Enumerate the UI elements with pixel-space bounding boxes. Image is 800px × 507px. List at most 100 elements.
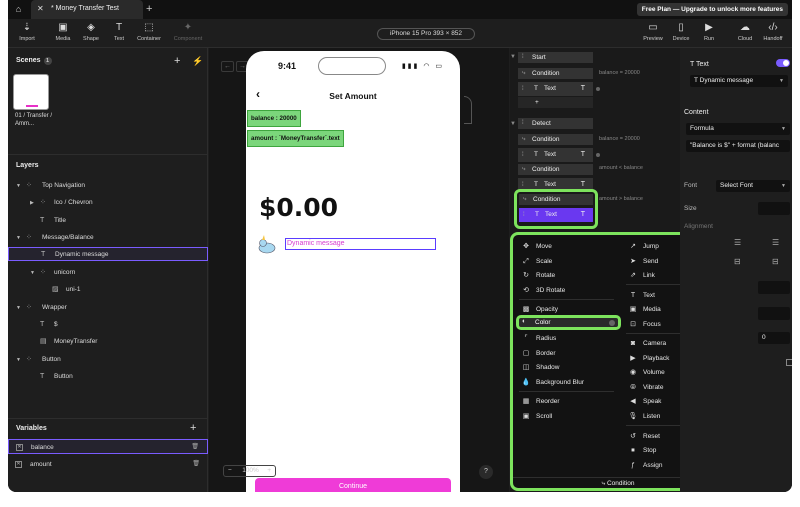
amount-chip[interactable]: amount : `MoneyTransfer`.text bbox=[247, 130, 344, 147]
canvas-frame-edge bbox=[464, 96, 472, 124]
add-action-node[interactable]: + bbox=[518, 97, 593, 108]
text-icon: T bbox=[40, 373, 45, 380]
text-node[interactable]: ⁞ T Text T bbox=[518, 82, 593, 96]
continue-button[interactable]: Continue bbox=[255, 478, 451, 492]
condition-node[interactable]: ⤷ Condition bbox=[518, 164, 593, 175]
device-selector[interactable]: iPhone 15 Pro 393 × 852 bbox=[377, 28, 475, 40]
component-type: T Text bbox=[690, 61, 709, 68]
property-input[interactable] bbox=[758, 281, 790, 294]
zoom-control[interactable]: − 100% + bbox=[223, 465, 276, 477]
layer-item[interactable]: ▼ ⁘ Wrapper bbox=[8, 301, 208, 315]
condition-icon: ⤷ bbox=[522, 166, 526, 172]
layer-item[interactable]: ▼ ⁘ Top Navigation bbox=[8, 179, 208, 193]
condition-node-highlighted[interactable]: ⤷ Condition bbox=[519, 194, 593, 205]
container-button[interactable]: ⬚ Container bbox=[134, 22, 164, 42]
font-select[interactable]: Select Font ▼ bbox=[716, 180, 790, 192]
drag-icon: ⁞ bbox=[522, 152, 524, 158]
text-node-selected[interactable]: ⁞ T Text T bbox=[519, 208, 593, 222]
trash-icon[interactable]: 🗑 bbox=[191, 440, 199, 455]
help-button[interactable]: ? bbox=[479, 465, 493, 479]
variable-item-amount[interactable]: ✕ amount 🗑 bbox=[8, 457, 208, 472]
condition-node[interactable]: ⤷ Condition bbox=[518, 134, 593, 145]
camera-icon: ◙ bbox=[630, 340, 636, 347]
variable-checkbox[interactable]: ✕ bbox=[16, 444, 23, 451]
align-right-icon[interactable]: ☰ bbox=[772, 238, 779, 247]
detect-node[interactable]: ⁞ Detect bbox=[518, 118, 593, 129]
amount-display[interactable]: $0.00 bbox=[259, 193, 338, 222]
layer-item[interactable]: ▨ uni-1 bbox=[8, 283, 208, 297]
layer-item[interactable]: T Button bbox=[8, 370, 208, 384]
text-icon: T bbox=[535, 211, 539, 218]
visibility-toggle[interactable] bbox=[776, 59, 790, 67]
lightning-icon[interactable]: ⚡ bbox=[192, 56, 203, 67]
upgrade-banner[interactable]: Free Plan — Upgrade to unlock more featu… bbox=[636, 3, 788, 16]
balance-chip[interactable]: balance : 20000 bbox=[247, 110, 301, 127]
size-input[interactable] bbox=[758, 202, 790, 215]
text-tool-button[interactable]: T Text bbox=[104, 22, 134, 42]
layer-item[interactable]: ▤ MoneyTransfer bbox=[8, 335, 208, 349]
align-bottom-icon[interactable]: ⊟ bbox=[772, 257, 779, 266]
zoom-in-button[interactable]: + bbox=[267, 466, 271, 476]
checkbox[interactable] bbox=[786, 359, 792, 366]
drag-icon: ⁞ bbox=[522, 120, 524, 126]
property-input[interactable] bbox=[758, 307, 790, 320]
text-node[interactable]: ⁞ T Text T bbox=[518, 148, 593, 162]
condition-node[interactable]: ⤷ Condition bbox=[518, 68, 593, 79]
3d-rotate-icon: ⟲ bbox=[523, 287, 529, 294]
text-icon: T bbox=[580, 211, 585, 218]
layer-item[interactable]: T $ bbox=[8, 318, 208, 332]
new-tab-button[interactable]: + bbox=[146, 3, 152, 15]
import-button[interactable]: ⇣ Import bbox=[12, 22, 42, 42]
component-button[interactable]: ✦ Component bbox=[173, 22, 203, 42]
handoff-button[interactable]: ‹/› Handoff bbox=[758, 22, 788, 42]
content-type-select[interactable]: Formula ▼ bbox=[686, 123, 790, 135]
divider bbox=[8, 154, 208, 155]
trash-icon[interactable]: 🗑 bbox=[192, 457, 200, 472]
align-middle-icon[interactable]: ⊟ bbox=[734, 257, 741, 266]
document-tab[interactable]: ✕ * Money Transfer Test bbox=[31, 0, 143, 19]
start-node[interactable]: ⁞ Start bbox=[518, 52, 593, 63]
layers-heading: Layers bbox=[16, 162, 39, 169]
link-icon: ⇗ bbox=[630, 272, 636, 279]
arrow-left-icon[interactable]: ← bbox=[221, 61, 234, 72]
layer-item[interactable]: ▼ ⁘ Button bbox=[8, 353, 208, 367]
add-variable-icon[interactable]: + bbox=[190, 422, 196, 434]
numeric-input[interactable]: 0 bbox=[758, 332, 790, 344]
menu-item-color[interactable]: ◐ Color bbox=[516, 315, 621, 330]
shape-button[interactable]: ◈ Shape bbox=[76, 22, 106, 42]
phone-frame: 9:41 ▮▮▮ ◠ ▭ ‹ Set Amount balance : 2000… bbox=[246, 51, 460, 492]
chevron-down-icon: ▼ bbox=[781, 183, 786, 189]
run-button[interactable]: ▶ Run bbox=[694, 22, 724, 42]
connector-dot[interactable] bbox=[596, 153, 600, 157]
collapse-icon[interactable]: ▼ bbox=[510, 54, 516, 60]
layer-item[interactable]: ▼ ⁘ unicorn bbox=[8, 266, 208, 280]
media-button[interactable]: ▣ Media bbox=[48, 22, 78, 42]
dynamic-message-text[interactable]: Dynamic message bbox=[285, 238, 436, 250]
add-scene-icon[interactable]: + bbox=[174, 55, 180, 67]
layer-item-selected[interactable]: T Dynamic message bbox=[8, 247, 208, 261]
close-icon[interactable]: ✕ bbox=[37, 4, 44, 13]
collapse-icon[interactable]: ▼ bbox=[510, 121, 516, 127]
cloud-button[interactable]: ☁ Cloud bbox=[730, 22, 760, 42]
layer-select[interactable]: T Dynamic message ▼ bbox=[690, 75, 788, 87]
align-center-icon[interactable]: ☰ bbox=[734, 238, 741, 247]
canvas[interactable]: ← → 9:41 ▮▮▮ ◠ ▭ ‹ Set Amount balance : … bbox=[209, 48, 509, 492]
preview-button[interactable]: ▭ Preview bbox=[638, 22, 668, 42]
home-icon[interactable]: ⌂ bbox=[12, 3, 25, 16]
text-icon: T bbox=[40, 217, 45, 224]
play-icon: ▶ bbox=[705, 22, 713, 33]
layer-item[interactable]: ▶ ⁘ Ico / Chevron bbox=[8, 196, 208, 210]
formula-input[interactable]: "Balance is $" + format (balanc bbox=[686, 140, 790, 152]
variable-checkbox[interactable]: ✕ bbox=[15, 461, 22, 468]
frame-icon: ⁘ bbox=[40, 269, 46, 276]
color-icon: ◐ bbox=[522, 318, 527, 325]
divider bbox=[8, 418, 208, 419]
device-button[interactable]: ▯ Device bbox=[666, 22, 696, 42]
scene-thumbnail[interactable] bbox=[13, 74, 49, 110]
layer-item[interactable]: ▼ ⁘ Message/Balance bbox=[8, 231, 208, 245]
frame-icon: ⁘ bbox=[26, 234, 32, 241]
connector-dot[interactable] bbox=[596, 87, 600, 91]
media-icon: ▣ bbox=[629, 306, 637, 313]
layer-item[interactable]: T Title bbox=[8, 214, 208, 228]
variable-item-balance[interactable]: ✕ balance 🗑 bbox=[8, 439, 208, 454]
